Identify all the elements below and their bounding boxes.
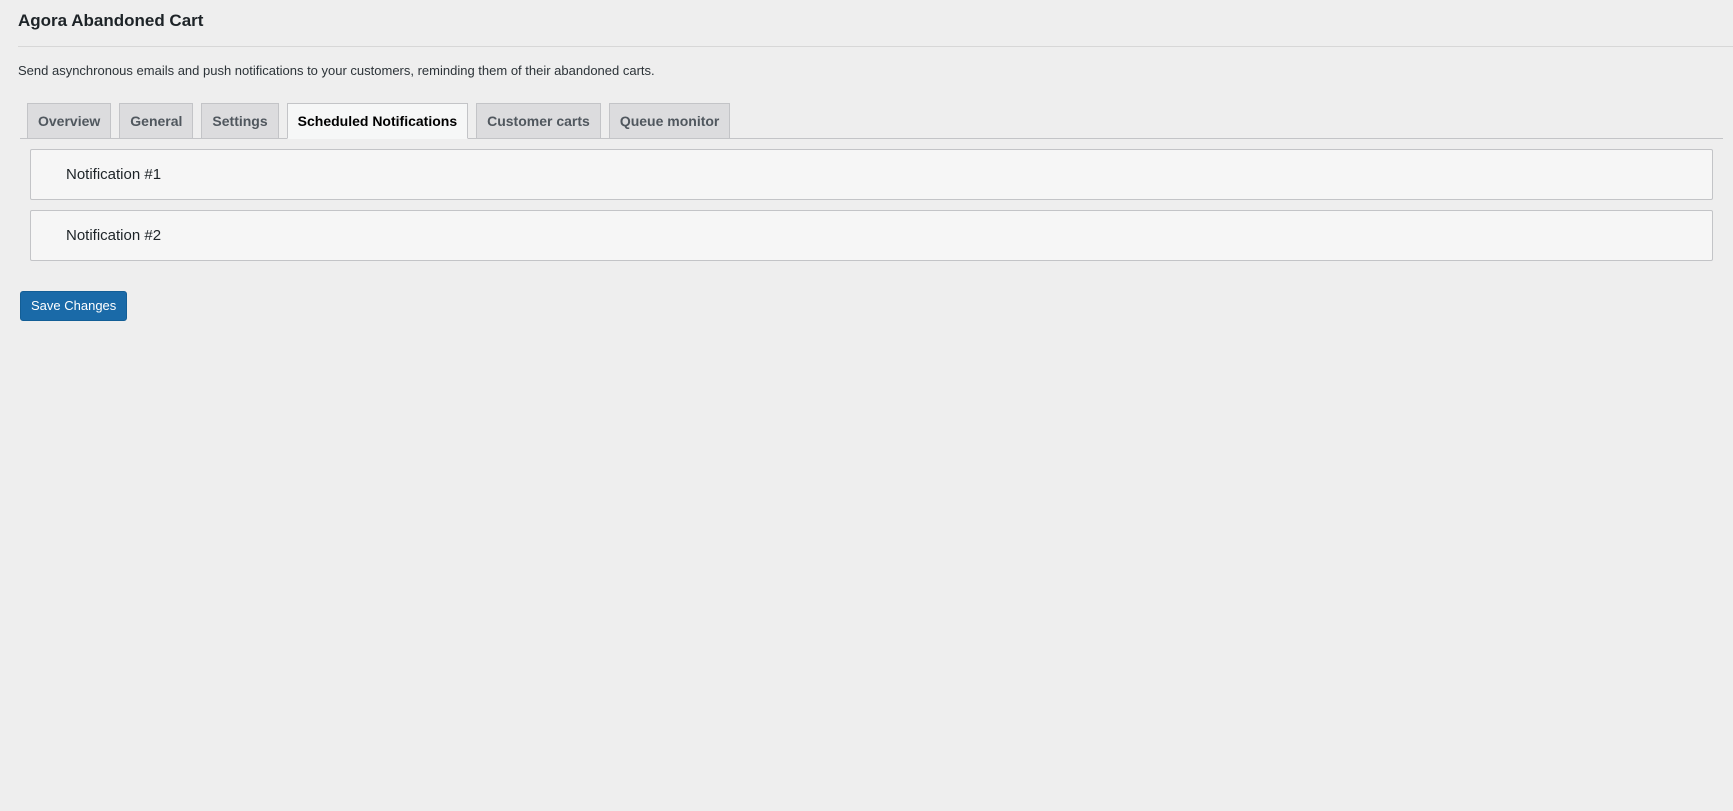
notification-panel-1[interactable]: Notification #1 [30, 149, 1713, 200]
page-description: Send asynchronous emails and push notifi… [18, 63, 655, 78]
save-changes-button[interactable]: Save Changes [20, 291, 128, 321]
notification-list: Notification #1 Notification #2 [30, 149, 1713, 271]
notification-title: Notification #1 [66, 166, 162, 183]
tab-overview[interactable]: Overview [27, 103, 112, 138]
notification-panel-2[interactable]: Notification #2 [30, 210, 1713, 261]
tab-queue-monitor[interactable]: Queue monitor [608, 103, 731, 138]
tab-scheduled-notifications[interactable]: Scheduled Notifications [286, 103, 469, 139]
tab-bar: Overview General Settings Scheduled Noti… [20, 103, 1723, 139]
settings-page: Agora Abandoned Cart Send asynchronous e… [0, 0, 1733, 811]
notification-title: Notification #2 [66, 227, 162, 244]
page-title: Agora Abandoned Cart [18, 11, 204, 30]
tab-general[interactable]: General [119, 103, 194, 138]
tab-settings[interactable]: Settings [201, 103, 279, 138]
tab-customer-carts[interactable]: Customer carts [476, 103, 601, 138]
title-divider [18, 46, 1733, 47]
